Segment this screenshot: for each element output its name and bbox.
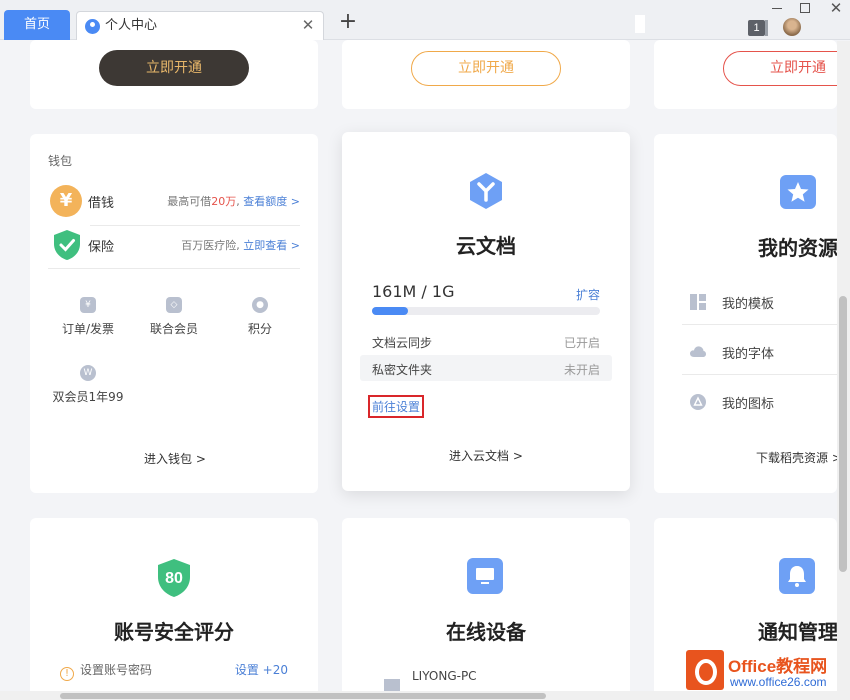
security-card: 80 账号安全评分 ! 设置账号密码 设置 +20 — [30, 518, 318, 700]
orders-invoice-item[interactable]: ¥ 订单/发票 — [48, 297, 128, 337]
view-limit-link[interactable]: 查看额度 > — [243, 195, 300, 208]
setting-status: 已开启 — [563, 336, 600, 350]
insurance-label: 保险 — [88, 240, 115, 255]
activate-button-orange[interactable]: 立即开通 — [411, 51, 561, 86]
watermark-title: Office教程网 — [728, 657, 828, 676]
storage-progress-fill — [372, 307, 409, 315]
setting-status: 未开启 — [563, 363, 600, 377]
tab-bar: 首页 个人中心 ✕ + 1 ✕ — [0, 0, 850, 40]
minimize-button[interactable] — [768, 0, 786, 16]
vertical-scrollbar-thumb[interactable] — [839, 296, 847, 572]
diamond-icon: ◇ — [166, 297, 182, 313]
tab-placeholder — [635, 15, 645, 33]
cloud-docs-title: 云文档 — [456, 234, 516, 258]
enter-cloud-docs-link[interactable]: 进入云文档 > — [449, 447, 523, 464]
devices-title: 在线设备 — [446, 620, 526, 644]
set-password-link[interactable]: 设置 +20 — [235, 661, 288, 678]
points-item[interactable]: ● 积分 — [220, 297, 300, 337]
setting-name: 文档云同步 — [372, 336, 433, 350]
star-icon — [780, 175, 816, 209]
borrow-label: 借钱 — [88, 196, 115, 211]
my-templates-row[interactable]: 我的模板 — [690, 291, 837, 313]
borrow-row[interactable]: ¥ 借钱 最高可借20万, 查看额度 > — [50, 182, 300, 222]
watermark-url: www.office26.com — [730, 675, 827, 689]
horizontal-scrollbar-thumb[interactable] — [60, 693, 546, 699]
expand-storage-link[interactable]: 扩容 — [576, 286, 600, 303]
divider — [682, 324, 837, 325]
user-avatar-icon — [85, 19, 100, 34]
watermark: Office教程网 www.office26.com — [686, 648, 850, 696]
cloud-sync-row[interactable]: 文档云同步 已开启 — [360, 328, 612, 354]
grid-label: 双会员1年99 — [52, 390, 124, 404]
insurance-desc: 百万医疗险, 立即查看 > — [181, 239, 300, 252]
view-now-link[interactable]: 立即查看 > — [243, 239, 300, 252]
tab-home[interactable]: 首页 — [4, 10, 70, 40]
coin-icon: ¥ — [50, 185, 82, 217]
warning-icon: ! — [60, 667, 74, 681]
enter-wallet-link[interactable]: 进入钱包 > — [144, 450, 206, 467]
wallet-title: 钱包 — [48, 154, 73, 168]
icon-library-icon — [690, 394, 706, 410]
storage-usage: 161M / 1G — [372, 282, 455, 301]
monitor-icon — [467, 558, 503, 594]
device-name: LIYONG-PC — [412, 669, 477, 683]
window-count-edge — [765, 20, 768, 36]
resources-title: 我的资源 — [758, 236, 837, 260]
activate-button-dark[interactable]: 立即开通 — [99, 50, 249, 86]
tab-label: 个人中心 — [105, 18, 158, 33]
security-tip: ! 设置账号密码 — [60, 661, 152, 681]
grid-label: 积分 — [247, 322, 272, 336]
wallet-card: 钱包 ¥ 借钱 最高可借20万, 查看额度 > 保险 百万医疗险, 立即查看 >… — [30, 134, 318, 493]
my-icons-row[interactable]: 我的图标 智 — [690, 391, 837, 413]
resource-label: 我的字体 — [722, 347, 775, 362]
setting-name: 私密文件夹 — [372, 363, 433, 377]
membership-card-3: 立即开通 — [654, 40, 837, 109]
points-icon: ● — [252, 297, 268, 313]
activate-button-red[interactable]: 立即开通 — [723, 51, 837, 86]
add-tab-button[interactable]: + — [338, 11, 358, 33]
cloud-docs-card: 云文档 161M / 1G 扩容 文档云同步 已开启 私密文件夹 未开启 前往设… — [342, 132, 630, 491]
storage-progress-bar — [372, 307, 600, 315]
download-docer-link[interactable]: 下载稻壳资源 > — [756, 449, 837, 466]
window-count-badge[interactable]: 1 — [748, 20, 765, 36]
notifications-title: 通知管理 — [758, 620, 837, 644]
template-icon — [690, 294, 706, 310]
close-icon[interactable]: ✕ — [301, 18, 315, 33]
devices-card: 在线设备 LIYONG-PC — [342, 518, 630, 700]
joint-member-item[interactable]: ◇ 联合会员 — [134, 297, 214, 337]
resource-label: 我的模板 — [722, 297, 775, 312]
resource-label: 我的图标 — [722, 397, 775, 412]
insurance-row[interactable]: 保险 百万医疗险, 立即查看 > — [50, 226, 300, 266]
my-fonts-row[interactable]: 我的字体 智 — [690, 341, 837, 363]
cloud-doc-icon — [470, 173, 502, 209]
shield-icon — [54, 230, 80, 260]
private-folder-row[interactable]: 私密文件夹 未开启 — [360, 355, 612, 381]
computer-icon — [384, 679, 400, 691]
shield-score-icon: 80 — [158, 559, 190, 597]
membership-card-1: 立即开通 — [30, 40, 318, 109]
office-logo-icon — [686, 650, 724, 690]
divider — [682, 374, 837, 375]
dual-member-item[interactable]: W 双会员1年99 — [48, 365, 128, 405]
borrow-desc: 最高可借20万, 查看额度 > — [167, 195, 300, 208]
window-close-button[interactable]: ✕ — [828, 0, 844, 16]
tab-personal-center[interactable]: 个人中心 ✕ — [76, 11, 324, 40]
security-score: 80 — [165, 570, 183, 587]
bell-icon — [779, 558, 815, 594]
invoice-icon: ¥ — [80, 297, 96, 313]
security-title: 账号安全评分 — [114, 620, 234, 644]
grid-label: 联合会员 — [149, 322, 198, 336]
go-to-settings-link[interactable]: 前往设置 — [368, 395, 425, 418]
avatar[interactable] — [783, 18, 801, 36]
maximize-button[interactable] — [800, 3, 810, 13]
grid-label: 订单/发票 — [61, 322, 115, 336]
cloud-font-icon — [690, 346, 706, 357]
divider — [48, 268, 300, 269]
resources-card: 我的资源 我的模板 我的字体 智 我的图标 智 下载稻壳资源 > — [654, 134, 837, 493]
member-icon: W — [80, 365, 96, 381]
membership-card-2: 立即开通 — [342, 40, 630, 109]
